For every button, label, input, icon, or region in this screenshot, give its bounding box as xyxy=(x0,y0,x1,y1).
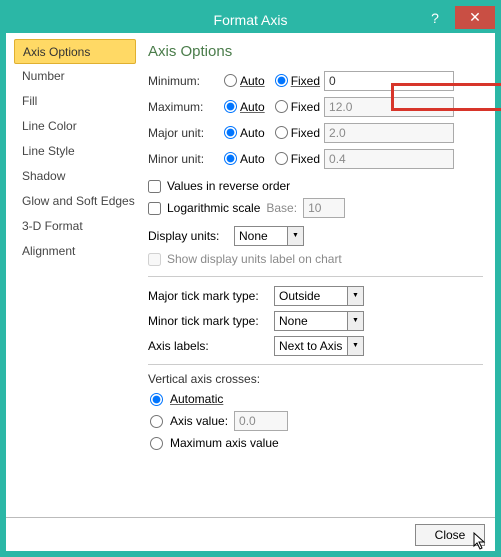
crosses-auto-radio[interactable] xyxy=(150,393,163,406)
axis-options-pane: Axis Options Minimum: Auto Fixed Maximum… xyxy=(136,33,495,513)
chevron-down-icon[interactable]: ▼ xyxy=(347,287,363,305)
maximum-auto-label: Auto xyxy=(240,100,265,114)
minimum-fixed-label: Fixed xyxy=(291,74,320,88)
chevron-down-icon[interactable]: ▼ xyxy=(287,227,303,245)
log-base-label: Base: xyxy=(266,201,297,215)
show-units-label-text: Show display units label on chart xyxy=(167,252,342,266)
crosses-auto-label: Automatic xyxy=(170,392,223,406)
minor-unit-label: Minor unit: xyxy=(148,152,220,166)
sidebar-item-axis-options[interactable]: Axis Options xyxy=(14,39,136,64)
minimum-auto-radio[interactable] xyxy=(224,74,237,87)
window-close-button[interactable]: ✕ xyxy=(455,6,495,29)
sidebar-item-number[interactable]: Number xyxy=(14,64,136,89)
maximum-value-input xyxy=(324,97,454,117)
log-scale-checkbox[interactable] xyxy=(148,202,161,215)
sidebar-item-alignment[interactable]: Alignment xyxy=(14,239,136,264)
maximum-fixed-label: Fixed xyxy=(291,100,320,114)
major-unit-fixed-label: Fixed xyxy=(291,126,320,140)
major-unit-value-input xyxy=(324,123,454,143)
minimum-auto-label: Auto xyxy=(240,74,265,88)
maximum-label: Maximum: xyxy=(148,100,220,114)
log-scale-label: Logarithmic scale xyxy=(167,201,260,215)
minor-unit-value-input xyxy=(324,149,454,169)
maximum-auto-radio[interactable] xyxy=(224,100,237,113)
minor-tick-label: Minor tick mark type: xyxy=(148,314,268,328)
help-button[interactable]: ? xyxy=(415,6,455,29)
minimum-value-input[interactable] xyxy=(324,71,454,91)
chevron-down-icon[interactable]: ▼ xyxy=(347,312,363,330)
major-tick-label: Major tick mark type: xyxy=(148,289,268,303)
crosses-value-label: Axis value: xyxy=(170,414,228,428)
display-units-label: Display units: xyxy=(148,229,228,243)
sidebar-item-shadow[interactable]: Shadow xyxy=(14,164,136,189)
minor-unit-fixed-label: Fixed xyxy=(291,152,320,166)
crosses-value-input xyxy=(234,411,288,431)
major-unit-fixed-radio[interactable] xyxy=(275,126,288,139)
sidebar-item-line-style[interactable]: Line Style xyxy=(14,139,136,164)
button-bar: Close xyxy=(6,517,495,551)
values-reverse-label: Values in reverse order xyxy=(167,179,290,193)
section-title: Axis Options xyxy=(148,43,483,60)
crosses-max-label: Maximum axis value xyxy=(170,436,279,450)
sidebar-item-3d-format[interactable]: 3-D Format xyxy=(14,214,136,239)
crosses-title: Vertical axis crosses: xyxy=(148,372,483,386)
crosses-value-radio[interactable] xyxy=(150,415,163,428)
minor-unit-auto-label: Auto xyxy=(240,152,265,166)
window-title: Format Axis xyxy=(214,12,288,28)
major-unit-label: Major unit: xyxy=(148,126,220,140)
close-button[interactable]: Close xyxy=(415,524,485,546)
values-reverse-checkbox[interactable] xyxy=(148,180,161,193)
major-unit-auto-label: Auto xyxy=(240,126,265,140)
major-unit-auto-radio[interactable] xyxy=(224,126,237,139)
axis-labels-label: Axis labels: xyxy=(148,339,268,353)
sidebar-item-line-color[interactable]: Line Color xyxy=(14,114,136,139)
minimum-fixed-radio[interactable] xyxy=(275,74,288,87)
chevron-down-icon[interactable]: ▼ xyxy=(347,337,363,355)
minor-unit-fixed-radio[interactable] xyxy=(275,152,288,165)
sidebar-item-fill[interactable]: Fill xyxy=(14,89,136,114)
show-units-label-checkbox xyxy=(148,253,161,266)
minimum-label: Minimum: xyxy=(148,74,220,88)
sidebar-item-glow[interactable]: Glow and Soft Edges xyxy=(14,189,136,214)
maximum-fixed-radio[interactable] xyxy=(275,100,288,113)
log-base-input xyxy=(303,198,345,218)
category-sidebar: Axis Options Number Fill Line Color Line… xyxy=(6,33,136,513)
crosses-max-radio[interactable] xyxy=(150,437,163,450)
titlebar: Format Axis ? ✕ xyxy=(6,6,495,33)
minor-unit-auto-radio[interactable] xyxy=(224,152,237,165)
